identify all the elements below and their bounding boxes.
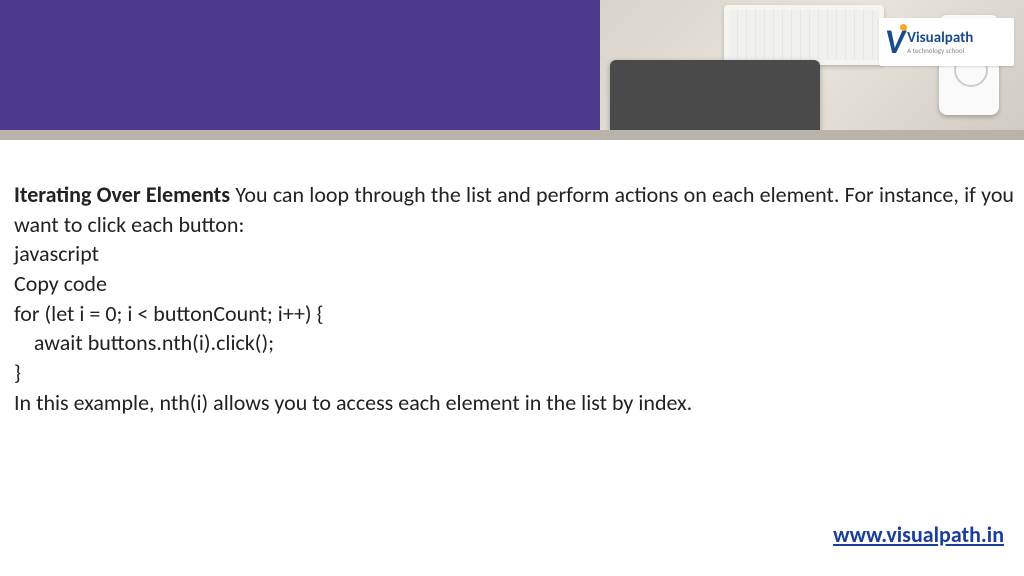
- code-line-2: await buttons.nth(i).click();: [14, 328, 1014, 358]
- logo-tagline: A technology school: [907, 47, 973, 54]
- slide-body: Iterating Over Elements You can loop thr…: [0, 140, 1024, 418]
- header-photo: V Visualpath A technology school: [600, 0, 1024, 130]
- copy-code-label: Copy code: [14, 269, 1014, 299]
- logo-name: Visualpath: [907, 31, 973, 46]
- keyboard-graphic: [724, 5, 884, 65]
- header-divider: [0, 130, 1024, 140]
- header-purple-band: [0, 0, 600, 130]
- tablet-graphic: [610, 60, 820, 130]
- code-line-1: for (let i = 0; i < buttonCount; i++) {: [14, 299, 1014, 329]
- slide-header: V Visualpath A technology school: [0, 0, 1024, 130]
- code-language-label: javascript: [14, 239, 1014, 269]
- intro-paragraph: Iterating Over Elements You can loop thr…: [14, 180, 1014, 239]
- outro-text: In this example, nth(i) allows you to ac…: [14, 388, 1014, 418]
- visualpath-logo: V Visualpath A technology school: [879, 18, 1014, 66]
- section-title: Iterating Over Elements: [14, 181, 230, 208]
- code-line-3: }: [14, 358, 1014, 388]
- website-link[interactable]: www.visualpath.in: [833, 521, 1004, 548]
- logo-letter: V: [885, 22, 905, 63]
